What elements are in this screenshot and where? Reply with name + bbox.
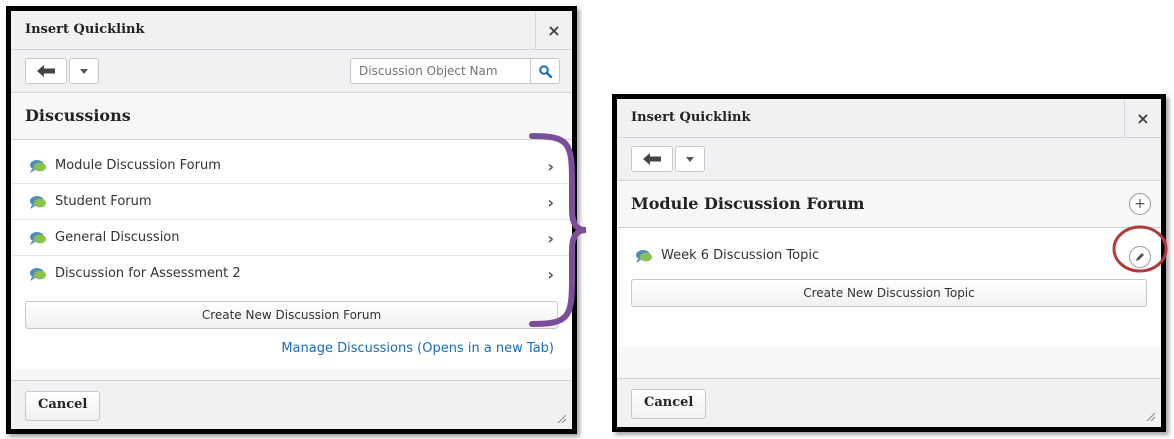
search-button[interactable] <box>530 58 560 84</box>
create-discussion-topic-button[interactable]: Create New Discussion Topic <box>631 279 1147 307</box>
speech-bubble-icon <box>30 231 46 245</box>
chevron-right-icon: › <box>547 193 554 212</box>
back-button[interactable] <box>25 58 67 84</box>
back-button[interactable] <box>631 146 673 172</box>
caret-down-icon <box>80 68 88 74</box>
section-title: Module Discussion Forum <box>631 194 865 213</box>
create-discussion-forum-button[interactable]: Create New Discussion Forum <box>25 301 558 329</box>
arrow-left-icon <box>37 65 55 77</box>
list-item-label: Student Forum <box>55 194 152 209</box>
edit-topic-button[interactable] <box>1129 246 1151 268</box>
resize-grip-icon[interactable] <box>556 413 566 423</box>
dialog-titlebar: Insert Quicklink × <box>11 11 572 50</box>
caret-down-icon <box>686 156 694 162</box>
speech-bubble-icon <box>30 159 46 173</box>
search-input[interactable] <box>350 58 530 84</box>
chevron-right-icon: › <box>547 157 554 176</box>
search-box <box>350 58 560 84</box>
history-dropdown-button[interactable] <box>675 146 705 172</box>
arrow-left-icon <box>643 153 661 165</box>
chevron-right-icon: › <box>547 265 554 284</box>
dialog-footer: Cancel <box>11 380 572 429</box>
dialog-toolbar <box>617 138 1161 181</box>
magnifier-icon <box>538 64 552 78</box>
discussion-topic-list: Week 6 Discussion Topic Create New Discu… <box>617 228 1161 347</box>
add-topic-button[interactable]: + <box>1129 193 1151 215</box>
section-header: Module Discussion Forum + <box>617 181 1161 228</box>
list-item[interactable]: Student Forum › <box>11 184 572 220</box>
cancel-button[interactable]: Cancel <box>631 389 707 419</box>
insert-quicklink-dialog-left: Insert Quicklink × Discussions Module Di… <box>6 6 577 434</box>
chevron-right-icon: › <box>547 229 554 248</box>
speech-bubble-icon <box>30 195 46 209</box>
manage-discussions-link[interactable]: Manage Discussions (Opens in a new Tab) <box>281 341 554 356</box>
list-item[interactable]: Module Discussion Forum › <box>11 148 572 184</box>
pencil-icon <box>1136 253 1144 261</box>
cancel-button[interactable]: Cancel <box>25 391 101 421</box>
dialog-toolbar <box>11 50 572 93</box>
list-item-label: Module Discussion Forum <box>55 158 221 173</box>
list-item-label: Discussion for Assessment 2 <box>55 266 241 281</box>
insert-quicklink-dialog-right: Insert Quicklink × Module Discussion For… <box>612 94 1166 432</box>
close-button[interactable]: × <box>535 11 572 49</box>
list-item-label: General Discussion <box>55 230 180 245</box>
discussion-forum-list: Module Discussion Forum › Student Forum … <box>11 140 572 369</box>
speech-bubble-icon <box>30 267 46 281</box>
list-item[interactable]: Week 6 Discussion Topic <box>617 238 1161 273</box>
dialog-footer: Cancel <box>617 378 1161 427</box>
section-title: Discussions <box>25 106 131 125</box>
section-header: Discussions <box>11 93 572 140</box>
resize-grip-icon[interactable] <box>1145 411 1155 421</box>
close-button[interactable]: × <box>1124 99 1161 137</box>
list-item[interactable]: General Discussion › <box>11 220 572 256</box>
dialog-title: Insert Quicklink <box>631 110 751 125</box>
history-dropdown-button[interactable] <box>69 58 99 84</box>
manage-link-row: Manage Discussions (Opens in a new Tab) <box>11 329 572 369</box>
dialog-title: Insert Quicklink <box>25 22 145 37</box>
dialog-titlebar: Insert Quicklink × <box>617 99 1161 138</box>
speech-bubble-icon <box>636 249 652 263</box>
list-item-label: Week 6 Discussion Topic <box>661 248 820 263</box>
list-item[interactable]: Discussion for Assessment 2 › <box>11 256 572 291</box>
